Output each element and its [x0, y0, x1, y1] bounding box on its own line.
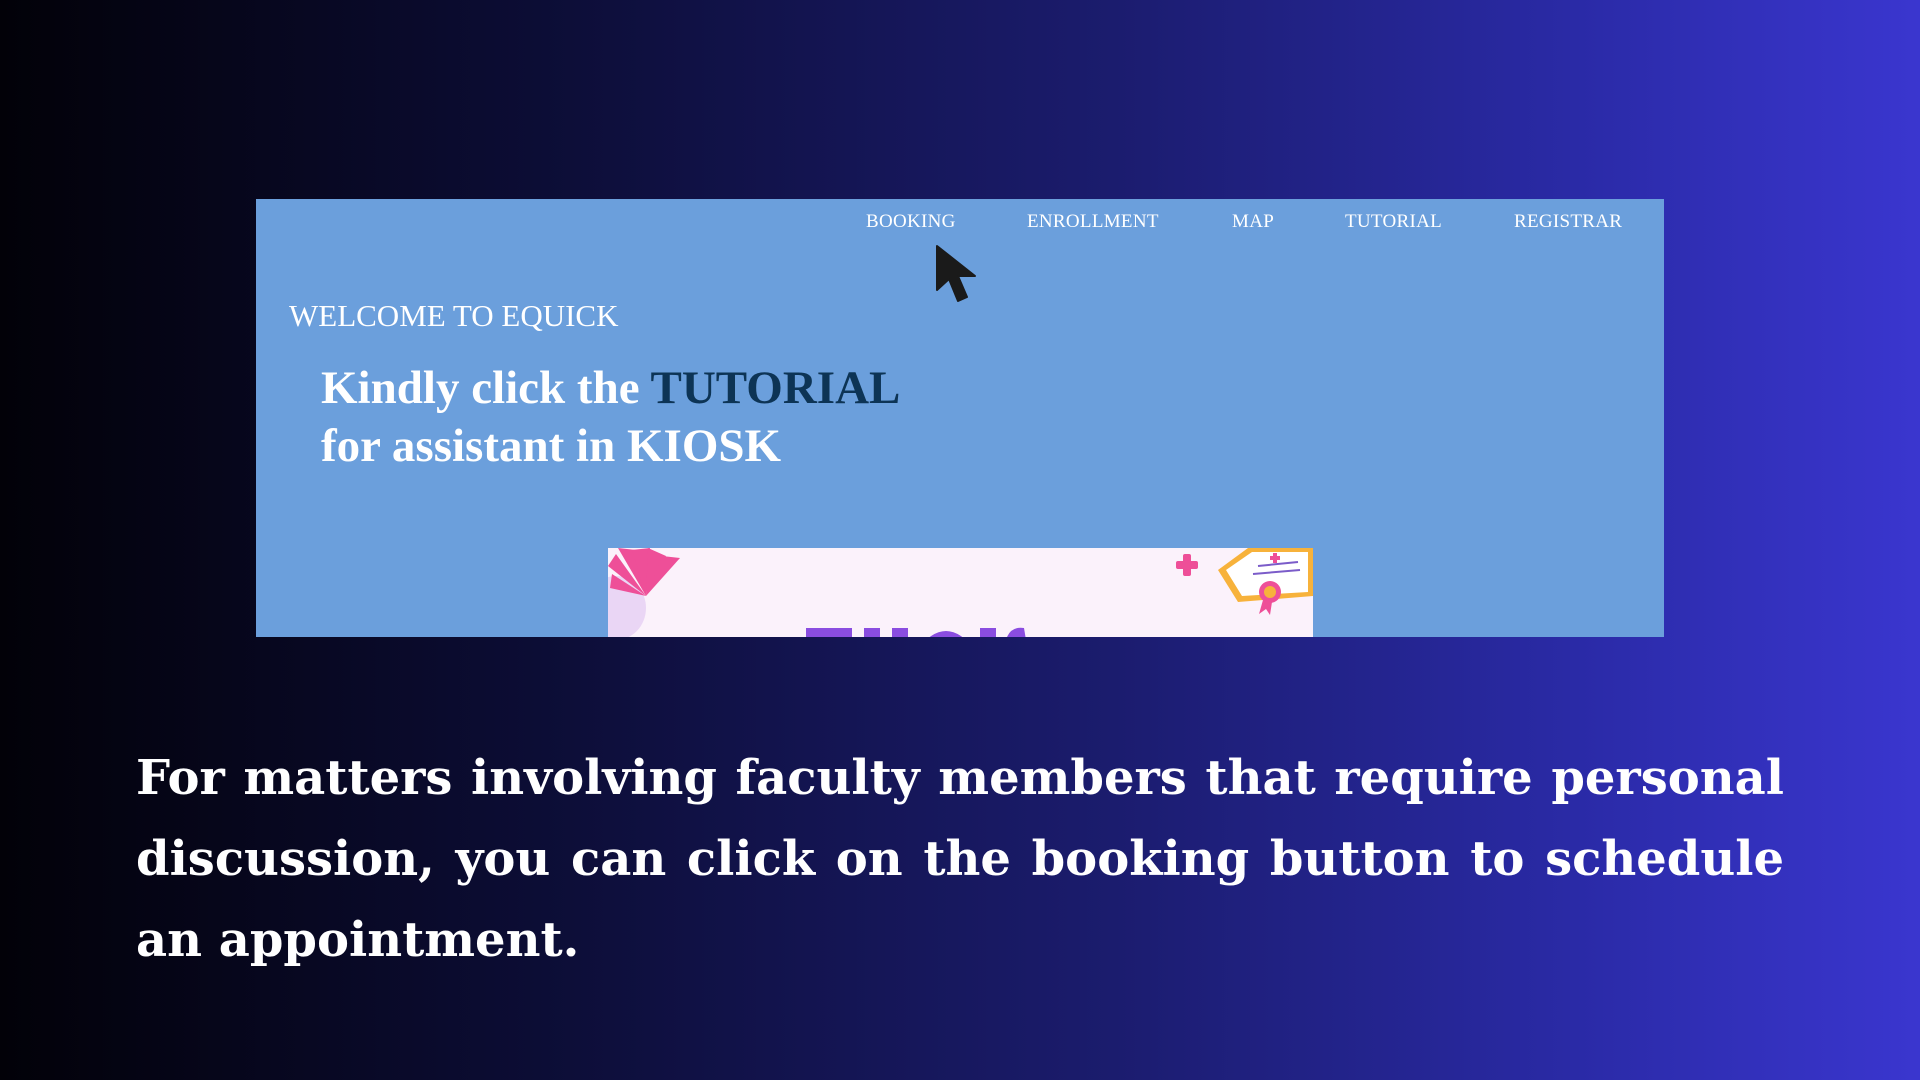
- nav-tutorial[interactable]: TUTORIAL: [1345, 211, 1442, 233]
- kiosk-banner-image: [608, 548, 1313, 637]
- nav-map[interactable]: MAP: [1232, 211, 1274, 233]
- nav-enrollment[interactable]: ENROLLMENT: [1027, 211, 1159, 233]
- headline-prefix: Kindly click the: [321, 362, 651, 414]
- plus-icon: [1176, 554, 1198, 576]
- headline-line-1: Kindly click the TUTORIAL: [321, 359, 900, 417]
- hero-headline: Kindly click the TUTORIAL for assistant …: [321, 359, 900, 475]
- headline-highlight-tutorial: TUTORIAL: [650, 362, 901, 414]
- mouse-pointer-icon: [936, 245, 976, 302]
- kiosk-title-partial: [806, 627, 1026, 637]
- nav-booking[interactable]: BOOKING: [866, 211, 956, 233]
- leaf-decoration-icon: [608, 548, 680, 596]
- headline-line-2: for assistant in KIOSK: [321, 420, 782, 472]
- caption-text: For matters involving faculty members th…: [136, 750, 1784, 968]
- nav-registrar[interactable]: REGISTRAR: [1514, 211, 1622, 233]
- certificate-icon: [1218, 548, 1313, 615]
- kiosk-screenshot: BOOKING ENROLLMENT MAP TUTORIAL REGISTRA…: [256, 199, 1664, 637]
- banner-artwork: [608, 548, 1313, 637]
- welcome-heading: WELCOME TO EQUICK: [289, 298, 619, 333]
- top-nav: BOOKING ENROLLMENT MAP TUTORIAL REGISTRA…: [256, 211, 1664, 235]
